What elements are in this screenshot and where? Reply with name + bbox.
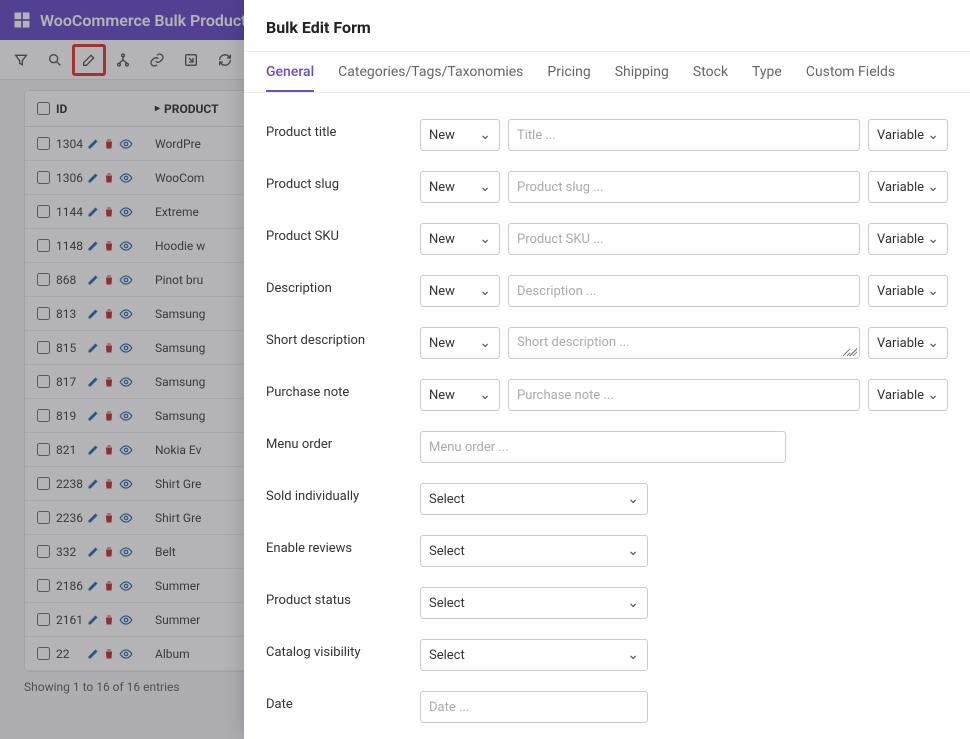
input-description[interactable]: [508, 275, 860, 307]
select-variable-slug[interactable]: Variable⌄: [868, 171, 948, 203]
chevron-down-icon: ⌄: [927, 231, 939, 247]
select-mode-slug[interactable]: New⌄: [420, 171, 500, 203]
input-date[interactable]: [420, 691, 648, 723]
modal-tabs: General Categories/Tags/Taxonomies Prici…: [244, 52, 970, 93]
select-catalog-visibility[interactable]: Select⌄: [420, 639, 648, 671]
row-product-status: Product status Select⌄: [266, 577, 948, 629]
row-product-title: Product title New⌄ Variable⌄: [266, 109, 948, 161]
chevron-down-icon: ⌄: [627, 595, 639, 611]
row-menu-order: Menu order: [266, 421, 948, 473]
chevron-down-icon: ⌄: [479, 335, 491, 351]
label-enable-reviews: Enable reviews: [266, 535, 420, 556]
label-short-description: Short description: [266, 327, 420, 348]
chevron-down-icon: ⌄: [479, 231, 491, 247]
bulk-edit-modal: Bulk Edit Form General Categories/Tags/T…: [244, 0, 970, 739]
select-mode-description[interactable]: New⌄: [420, 275, 500, 307]
label-menu-order: Menu order: [266, 431, 420, 452]
chevron-down-icon: ⌄: [627, 543, 639, 559]
chevron-down-icon: ⌄: [479, 127, 491, 143]
label-product-slug: Product slug: [266, 171, 420, 192]
chevron-down-icon: ⌄: [927, 179, 939, 195]
input-menu-order[interactable]: [420, 431, 786, 463]
input-product-slug[interactable]: [508, 171, 860, 203]
label-product-sku: Product SKU: [266, 223, 420, 244]
select-variable-shortdesc[interactable]: Variable⌄: [868, 327, 948, 359]
tab-custom-fields[interactable]: Custom Fields: [806, 52, 895, 92]
row-short-description: Short description New⌄ Variable⌄: [266, 317, 948, 369]
label-sold-individually: Sold individually: [266, 483, 420, 504]
chevron-down-icon: ⌄: [927, 127, 939, 143]
select-sold-individually[interactable]: Select⌄: [420, 483, 648, 515]
row-product-slug: Product slug New⌄ Variable⌄: [266, 161, 948, 213]
modal-title: Bulk Edit Form: [244, 0, 970, 52]
chevron-down-icon: ⌄: [479, 387, 491, 403]
label-product-title: Product title: [266, 119, 420, 140]
select-product-status[interactable]: Select⌄: [420, 587, 648, 619]
tab-stock[interactable]: Stock: [693, 52, 728, 92]
label-product-status: Product status: [266, 587, 420, 608]
label-description: Description: [266, 275, 420, 296]
row-enable-reviews: Enable reviews Select⌄: [266, 525, 948, 577]
label-date: Date: [266, 691, 420, 712]
row-purchase-note: Purchase note New⌄ Variable⌄: [266, 369, 948, 421]
row-description: Description New⌄ Variable⌄: [266, 265, 948, 317]
label-catalog-visibility: Catalog visibility: [266, 639, 420, 660]
select-mode-shortdesc[interactable]: New⌄: [420, 327, 500, 359]
input-product-title[interactable]: [508, 119, 860, 151]
select-variable-description[interactable]: Variable⌄: [868, 275, 948, 307]
row-catalog-visibility: Catalog visibility Select⌄: [266, 629, 948, 681]
textarea-short-description[interactable]: [508, 327, 860, 359]
tab-categories[interactable]: Categories/Tags/Taxonomies: [338, 52, 523, 92]
chevron-down-icon: ⌄: [479, 179, 491, 195]
chevron-down-icon: ⌄: [479, 283, 491, 299]
select-enable-reviews[interactable]: Select⌄: [420, 535, 648, 567]
chevron-down-icon: ⌄: [927, 335, 939, 351]
tab-shipping[interactable]: Shipping: [615, 52, 669, 92]
select-variable-title[interactable]: Variable⌄: [868, 119, 948, 151]
row-date: Date: [266, 681, 948, 733]
tab-type[interactable]: Type: [752, 52, 782, 92]
chevron-down-icon: ⌄: [927, 283, 939, 299]
chevron-down-icon: ⌄: [627, 647, 639, 663]
modal-body: Product title New⌄ Variable⌄ Product slu…: [244, 93, 970, 739]
select-variable-sku[interactable]: Variable⌄: [868, 223, 948, 255]
select-mode-purchasenote[interactable]: New⌄: [420, 379, 500, 411]
select-mode-title[interactable]: New⌄: [420, 119, 500, 151]
input-purchase-note[interactable]: [508, 379, 860, 411]
select-variable-purchasenote[interactable]: Variable⌄: [868, 379, 948, 411]
label-purchase-note: Purchase note: [266, 379, 420, 400]
select-mode-sku[interactable]: New⌄: [420, 223, 500, 255]
row-product-sku: Product SKU New⌄ Variable⌄: [266, 213, 948, 265]
row-sold-individually: Sold individually Select⌄: [266, 473, 948, 525]
input-product-sku[interactable]: [508, 223, 860, 255]
tab-pricing[interactable]: Pricing: [547, 52, 590, 92]
chevron-down-icon: ⌄: [927, 387, 939, 403]
chevron-down-icon: ⌄: [627, 491, 639, 507]
tab-general[interactable]: General: [266, 52, 314, 92]
